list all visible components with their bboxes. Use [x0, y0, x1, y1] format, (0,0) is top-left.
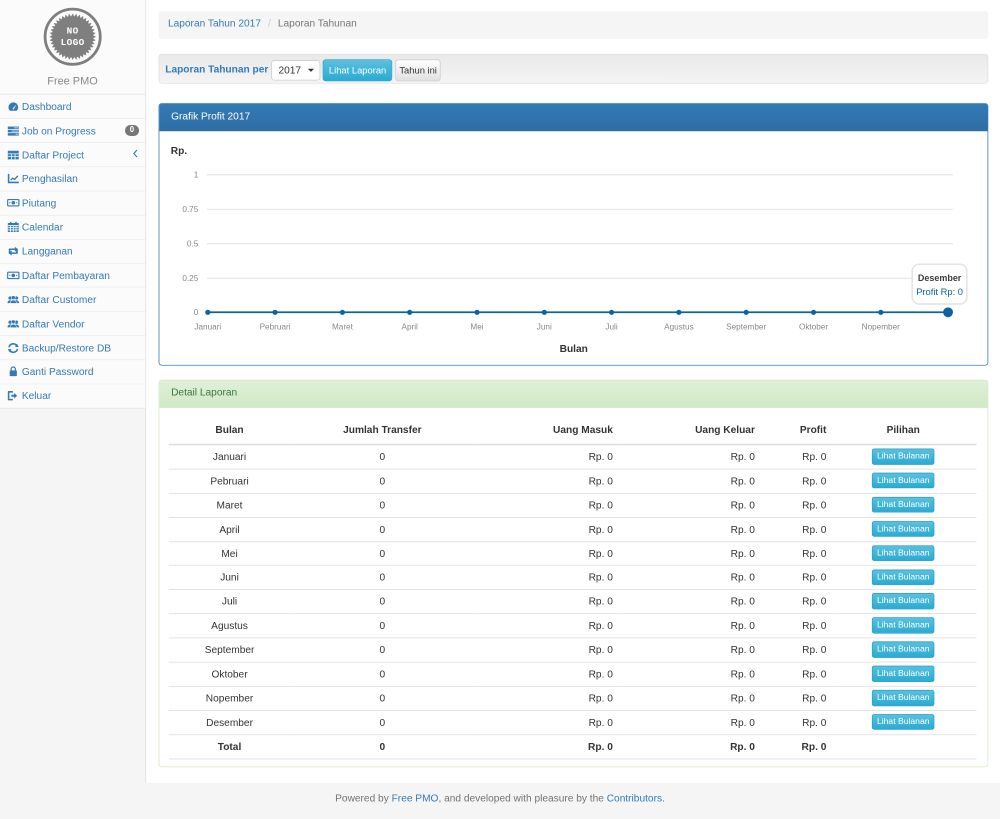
svg-text:Juni: Juni [536, 323, 551, 332]
svg-text:Pebruari: Pebruari [259, 323, 290, 332]
svg-text:1: 1 [193, 171, 198, 180]
svg-text:Maret: Maret [332, 323, 354, 332]
svg-text:Agustus: Agustus [664, 323, 694, 332]
svg-text:April: April [401, 323, 418, 332]
svg-text:Juli: Juli [605, 323, 617, 332]
svg-text:Desember: Desember [918, 273, 962, 283]
svg-text:0.25: 0.25 [182, 274, 198, 283]
svg-text:Mei: Mei [470, 323, 483, 332]
svg-text:0.5: 0.5 [187, 240, 199, 249]
svg-text:Nopember: Nopember [861, 323, 900, 332]
svg-text:Bulan: Bulan [559, 344, 587, 355]
svg-text:Rp.: Rp. [170, 146, 187, 157]
svg-text:NO: NO [66, 26, 78, 37]
svg-text:Profit Rp: 0: Profit Rp: 0 [916, 287, 963, 297]
svg-text:Oktober: Oktober [799, 323, 828, 332]
svg-text:0: 0 [193, 308, 198, 317]
svg-text:0.75: 0.75 [182, 205, 198, 214]
svg-text:September: September [726, 323, 766, 332]
svg-text:Januari: Januari [194, 323, 221, 332]
svg-text:LOGO: LOGO [60, 37, 84, 48]
